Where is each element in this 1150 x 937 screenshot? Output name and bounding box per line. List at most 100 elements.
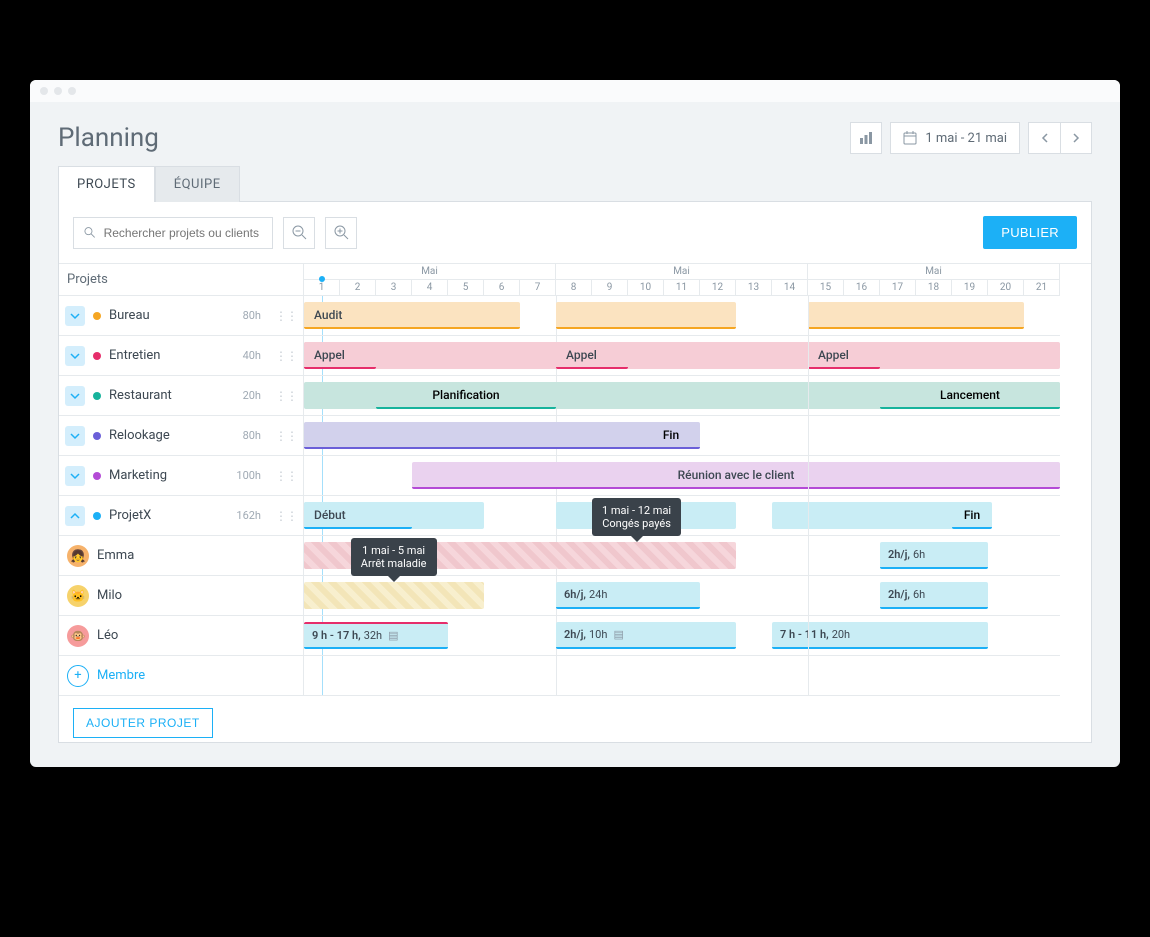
calendar-icon xyxy=(903,131,917,145)
drag-handle[interactable]: ⋮⋮ xyxy=(275,349,297,363)
expand-caret[interactable] xyxy=(65,346,85,366)
add-project-button[interactable]: AJOUTER PROJET xyxy=(73,708,213,738)
allocation-block[interactable]: 6h/j,24h xyxy=(556,582,700,609)
avatar: 👧 xyxy=(67,545,89,567)
day-header: 15 xyxy=(808,280,844,296)
day-header: 11 xyxy=(664,280,700,296)
project-color-dot xyxy=(93,312,101,320)
project-hours: 80h xyxy=(243,309,261,322)
date-range-picker[interactable]: 1 mai - 21 mai xyxy=(890,122,1020,154)
project-hours: 40h xyxy=(243,349,261,362)
allocation-block[interactable]: 9 h - 17 h,32h▤ xyxy=(304,622,448,649)
planning-grid: Projets Mai Mai Mai 12345678910111213141… xyxy=(59,263,1091,696)
prev-period-button[interactable] xyxy=(1028,122,1060,154)
tab-projects[interactable]: PROJETS xyxy=(58,166,155,202)
next-period-button[interactable] xyxy=(1060,122,1092,154)
milestone[interactable]: Début xyxy=(304,502,412,529)
tab-team[interactable]: ÉQUIPE xyxy=(155,166,240,202)
sick-leave-block[interactable] xyxy=(304,582,484,609)
day-header: 1 xyxy=(304,280,340,296)
drag-handle[interactable]: ⋮⋮ xyxy=(275,469,297,483)
day-header: 16 xyxy=(844,280,880,296)
month-label-2: Mai xyxy=(556,264,808,280)
traffic-light-min[interactable] xyxy=(54,87,62,95)
row-label: 🐵Léo xyxy=(59,616,304,656)
publish-button[interactable]: PUBLIER xyxy=(983,216,1077,249)
month-label-1: Mai xyxy=(304,264,556,280)
expand-caret[interactable] xyxy=(65,466,85,486)
drag-handle[interactable]: ⋮⋮ xyxy=(275,429,297,443)
row-label: Restaurant20h⋮⋮ xyxy=(59,376,304,416)
timeline-bar[interactable]: Audit xyxy=(304,302,520,329)
timeline-bar[interactable]: Réunion avec le client xyxy=(412,462,1060,489)
timeline-bar[interactable]: Appel xyxy=(808,342,880,369)
expand-caret[interactable] xyxy=(65,306,85,326)
timeline-bar[interactable] xyxy=(556,302,736,329)
avatar: 🐱 xyxy=(67,585,89,607)
timeline-track[interactable]: Audit xyxy=(304,296,1060,336)
allocation-block[interactable]: 2h/j,6h xyxy=(880,542,988,569)
search-icon xyxy=(84,226,96,239)
project-color-dot xyxy=(93,472,101,480)
project-color-dot xyxy=(93,432,101,440)
search-input-wrapper[interactable] xyxy=(73,217,273,249)
timeline-track[interactable]: Réunion avec le client xyxy=(304,456,1060,496)
timeline-bar[interactable]: Appel xyxy=(556,342,628,369)
row-label: Bureau 80h ⋮⋮ xyxy=(59,296,304,336)
traffic-light-max[interactable] xyxy=(68,87,76,95)
zoom-out-button[interactable] xyxy=(283,217,315,249)
milestone[interactable]: Planification xyxy=(376,382,556,409)
expand-caret[interactable] xyxy=(65,386,85,406)
project-name: Entretien xyxy=(109,348,161,363)
allocation-block[interactable]: 2h/j,10h▤ xyxy=(556,622,736,649)
add-member-icon[interactable]: + xyxy=(67,665,89,687)
row-label: Marketing 100h ⋮⋮ xyxy=(59,456,304,496)
stats-icon-button[interactable] xyxy=(850,122,882,154)
allocation-block[interactable]: 7 h - 11 h,20h xyxy=(772,622,988,649)
zoom-in-button[interactable] xyxy=(325,217,357,249)
timeline-bar[interactable] xyxy=(808,302,1024,329)
milestone[interactable]: Lancement xyxy=(880,382,1060,409)
timeline-track[interactable]: Planification Lancement xyxy=(304,376,1060,416)
day-header: 12 xyxy=(700,280,736,296)
day-header: 13 xyxy=(736,280,772,296)
expand-caret[interactable] xyxy=(65,426,85,446)
timeline-bar[interactable]: Appel xyxy=(304,342,376,369)
day-header: 10 xyxy=(628,280,664,296)
project-name: Marketing xyxy=(109,468,167,483)
add-member-link[interactable]: Membre xyxy=(97,668,145,683)
project-color-dot xyxy=(93,352,101,360)
month-label-3: Mai xyxy=(808,264,1060,280)
timeline-track[interactable] xyxy=(304,656,1060,696)
timeline-bar[interactable] xyxy=(304,342,1060,369)
project-name: Bureau xyxy=(109,308,150,323)
timeline-track[interactable]: Appel Appel Appel xyxy=(304,336,1060,376)
project-color-dot xyxy=(93,512,101,520)
project-hours: 100h xyxy=(236,469,261,482)
avatar: 🐵 xyxy=(67,625,89,647)
drag-handle[interactable]: ⋮⋮ xyxy=(275,509,297,523)
day-header: 7 xyxy=(520,280,556,296)
note-icon: ▤ xyxy=(613,628,623,641)
date-range-label: 1 mai - 21 mai xyxy=(925,131,1007,146)
project-color-dot xyxy=(93,392,101,400)
day-header: 21 xyxy=(1024,280,1060,296)
drag-handle[interactable]: ⋮⋮ xyxy=(275,309,297,323)
search-input[interactable] xyxy=(104,226,262,240)
milestone[interactable]: Fin xyxy=(952,502,992,529)
timeline-track[interactable]: Début Fin xyxy=(304,496,1060,536)
timeline-track[interactable]: 9 h - 17 h,32h▤ 2h/j,10h▤ 7 h - 11 h,20h xyxy=(304,616,1060,656)
row-label: ProjetX162h⋮⋮ xyxy=(59,496,304,536)
row-label: 👧Emma xyxy=(59,536,304,576)
drag-handle[interactable]: ⋮⋮ xyxy=(275,389,297,403)
milestone[interactable]: Fin xyxy=(646,422,696,449)
timeline-track[interactable]: Fin xyxy=(304,416,1060,456)
tooltip: 1 mai - 5 maiArrêt maladie xyxy=(351,538,437,576)
collapse-caret[interactable] xyxy=(65,506,85,526)
traffic-light-close[interactable] xyxy=(40,87,48,95)
timeline-track[interactable]: 6h/j,24h2h/j,6h1 mai - 5 maiArrêt maladi… xyxy=(304,576,1060,616)
app-window: Planning 1 mai - 21 mai xyxy=(30,80,1120,767)
day-header: 9 xyxy=(592,280,628,296)
project-hours: 20h xyxy=(243,389,261,402)
allocation-block[interactable]: 2h/j,6h xyxy=(880,582,988,609)
